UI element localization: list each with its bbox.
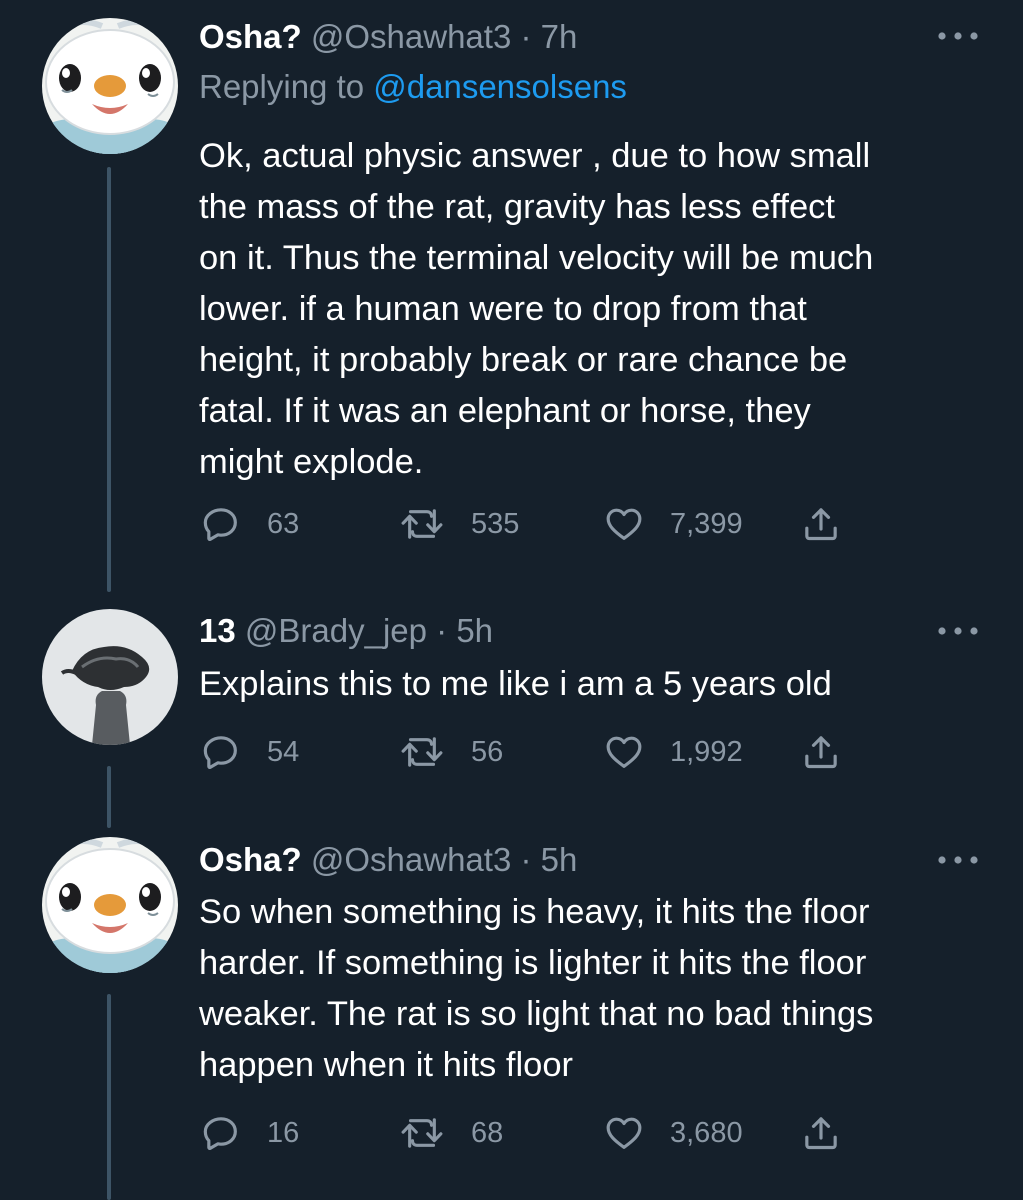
like-button[interactable]: 1,992	[604, 730, 743, 774]
like-count: 3,680	[670, 1116, 743, 1149]
timestamp[interactable]: 7h	[541, 18, 578, 55]
reply-count: 63	[267, 507, 300, 540]
retweet-button[interactable]: 535	[399, 502, 519, 546]
separator: ·	[511, 841, 541, 878]
heart-icon	[604, 732, 644, 772]
action-bar: 54 56 1,992	[199, 730, 859, 774]
replying-to: Replying to @dansensolsens	[199, 67, 627, 107]
separator: ·	[427, 612, 457, 649]
handle[interactable]: @Oshawhat3	[311, 18, 511, 55]
oshawott-avatar-icon	[42, 18, 178, 154]
retweet-count: 56	[471, 735, 504, 768]
like-count: 7,399	[670, 507, 743, 540]
statue-avatar-icon	[42, 609, 178, 745]
tweet-text: Ok, actual physic answer , due to how sm…	[199, 137, 874, 481]
tweet-header: Osha? @Oshawhat3 · 7h	[199, 17, 577, 57]
timestamp[interactable]: 5h	[541, 841, 578, 878]
handle[interactable]: @Brady_jep	[245, 612, 427, 649]
reply-count: 54	[267, 735, 300, 768]
avatar[interactable]	[42, 18, 178, 154]
replying-label: Replying to	[199, 68, 374, 105]
handle[interactable]: @Oshawhat3	[311, 841, 511, 878]
reply-button[interactable]: 16	[201, 1111, 299, 1155]
avatar[interactable]	[42, 837, 178, 973]
retweet-icon	[399, 732, 445, 772]
display-name[interactable]: Osha?	[199, 841, 302, 878]
oshawott-avatar-icon	[42, 837, 178, 973]
display-name[interactable]: Osha?	[199, 18, 302, 55]
reply-count: 16	[267, 1116, 300, 1149]
retweet-button[interactable]: 68	[399, 1111, 503, 1155]
avatar[interactable]	[42, 609, 178, 745]
thread-line	[107, 994, 111, 1200]
retweet-button[interactable]: 56	[399, 730, 503, 774]
reply-button[interactable]: 54	[201, 730, 299, 774]
thread-line	[107, 766, 111, 828]
thread-line	[107, 167, 111, 592]
heart-icon	[604, 1113, 644, 1153]
action-bar: 63 535 7,399	[199, 502, 859, 546]
share-button[interactable]	[801, 730, 841, 774]
tweet-text: So when something is heavy, it hits the …	[199, 893, 874, 1084]
reply-icon	[201, 732, 241, 772]
share-button[interactable]	[801, 502, 841, 546]
more-icon[interactable]	[936, 853, 980, 867]
display-name[interactable]: 13	[199, 612, 236, 649]
like-count: 1,992	[670, 735, 743, 768]
retweet-count: 68	[471, 1116, 504, 1149]
tweet-header: Osha? @Oshawhat3 · 5h	[199, 840, 577, 880]
action-bar: 16 68 3,680	[199, 1111, 859, 1155]
separator: ·	[511, 18, 541, 55]
replying-to-handle[interactable]: @dansensolsens	[373, 68, 627, 105]
more-icon[interactable]	[936, 624, 980, 638]
share-button[interactable]	[801, 1111, 841, 1155]
heart-icon	[604, 504, 644, 544]
reply-button[interactable]: 63	[201, 502, 299, 546]
retweet-count: 535	[471, 507, 520, 540]
reply-icon	[201, 504, 241, 544]
share-icon	[801, 504, 841, 544]
share-icon	[801, 732, 841, 772]
timestamp[interactable]: 5h	[456, 612, 493, 649]
retweet-icon	[399, 1113, 445, 1153]
retweet-icon	[399, 504, 445, 544]
tweet-header: 13 @Brady_jep · 5h	[199, 611, 493, 651]
tweet-text: Explains this to me like i am a 5 years …	[199, 665, 832, 703]
reply-icon	[201, 1113, 241, 1153]
share-icon	[801, 1113, 841, 1153]
like-button[interactable]: 7,399	[604, 502, 743, 546]
like-button[interactable]: 3,680	[604, 1111, 743, 1155]
more-icon[interactable]	[936, 29, 980, 43]
